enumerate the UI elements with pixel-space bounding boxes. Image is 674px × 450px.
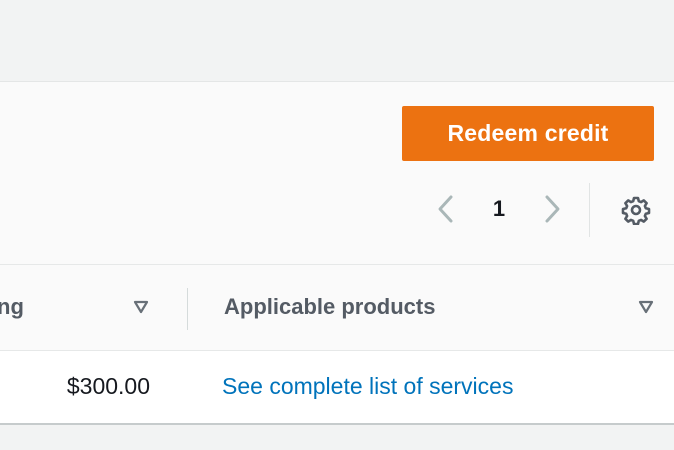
page: Redeem credit 1 ng Applicable products $… [0,0,674,450]
column-header-pricing[interactable]: ng [0,292,24,322]
previous-page-button[interactable] [431,192,461,226]
services-list-link[interactable]: See complete list of services [222,371,513,401]
pagination-divider [589,183,590,237]
preferences-button[interactable] [620,194,652,226]
gear-icon [621,196,651,225]
column-header-applicable-products[interactable]: Applicable products [224,292,435,322]
sort-button[interactable] [132,298,150,316]
next-page-button[interactable] [537,192,567,226]
column-divider[interactable] [187,288,188,330]
redeem-credit-button[interactable]: Redeem credit [402,106,654,161]
sort-button[interactable] [637,298,655,316]
sort-down-triangle-icon [133,300,149,314]
credit-amount: $300.00 [66,373,150,399]
chevron-left-icon [438,195,453,223]
chevron-right-icon [545,195,560,223]
sort-down-triangle-icon [638,300,654,314]
page-number[interactable]: 1 [482,194,516,224]
